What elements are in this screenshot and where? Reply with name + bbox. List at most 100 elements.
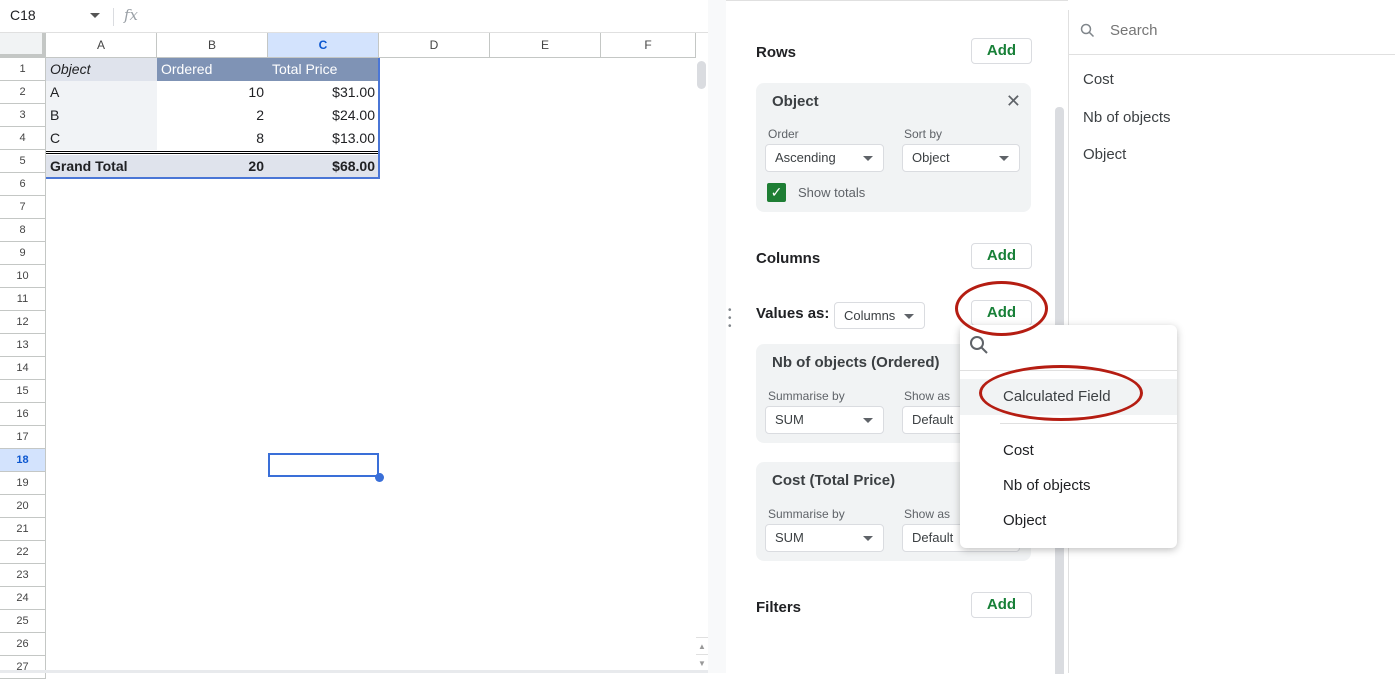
pivot-cell[interactable]: $13.00 <box>268 127 379 150</box>
grand-total-ordered[interactable]: 20 <box>157 155 268 178</box>
menu-item-cost[interactable]: Cost <box>1003 442 1034 459</box>
row-header-24[interactable]: 24 <box>0 587 46 610</box>
row-header-1[interactable]: 1 <box>0 58 46 81</box>
row-header-11[interactable]: 11 <box>0 288 46 311</box>
row-header-7[interactable]: 7 <box>0 196 46 219</box>
chevron-down-icon <box>863 536 873 541</box>
chevron-down-icon <box>863 156 873 161</box>
order-select[interactable]: Ascending <box>765 144 884 172</box>
menu-item-object[interactable]: Object <box>1003 512 1046 529</box>
show-totals-checkbox[interactable]: ✓ <box>767 183 786 202</box>
scroll-down-icon[interactable]: ▼ <box>696 654 708 671</box>
show-as-value: Default <box>912 530 954 545</box>
grand-total-label[interactable]: Grand Total <box>46 155 157 178</box>
sort-by-select[interactable]: Object <box>902 144 1020 172</box>
menu-item-nb-of-objects[interactable]: Nb of objects <box>1003 477 1091 494</box>
row-header-9[interactable]: 9 <box>0 242 46 265</box>
row-header-16[interactable]: 16 <box>0 403 46 426</box>
row-header-19[interactable]: 19 <box>0 472 46 495</box>
active-cell-c18[interactable] <box>268 453 379 477</box>
menu-item-calculated-field[interactable]: Calculated Field <box>960 379 1177 415</box>
columns-section-title: Columns <box>756 250 821 267</box>
filters-add-button[interactable]: Add <box>971 592 1032 618</box>
show-as-value: Default <box>912 412 954 427</box>
row-header-27[interactable]: 27 <box>0 656 46 679</box>
search-icon[interactable] <box>969 335 989 360</box>
pivot-cell[interactable]: 2 <box>157 104 268 127</box>
show-as-label: Show as <box>904 389 951 403</box>
pivot-cell[interactable]: $31.00 <box>268 81 379 104</box>
pivot-cell[interactable]: 8 <box>157 127 268 150</box>
summarise-by-label: Summarise by <box>768 507 845 521</box>
row-header-14[interactable]: 14 <box>0 357 46 380</box>
row-header-26[interactable]: 26 <box>0 633 46 656</box>
summarise-by-select[interactable]: SUM <box>765 406 884 434</box>
summarise-by-select[interactable]: SUM <box>765 524 884 552</box>
row-header-23[interactable]: 23 <box>0 564 46 587</box>
summarise-by-value: SUM <box>775 412 804 427</box>
pivot-cell[interactable]: $24.00 <box>268 104 379 127</box>
select-all-corner[interactable] <box>0 33 46 58</box>
name-box-dropdown-icon[interactable] <box>90 13 100 18</box>
row-header-10[interactable]: 10 <box>0 265 46 288</box>
columns-add-button[interactable]: Add <box>971 243 1032 269</box>
column-header-e[interactable]: E <box>490 33 601 58</box>
pivot-header-object[interactable]: Object <box>46 58 157 81</box>
summarise-by-value: SUM <box>775 530 804 545</box>
calculated-field-label: Calculated Field <box>1003 388 1111 405</box>
row-header-12[interactable]: 12 <box>0 311 46 334</box>
row-header-13[interactable]: 13 <box>0 334 46 357</box>
column-header-f[interactable]: F <box>601 33 696 58</box>
field-search-input[interactable] <box>1110 22 1370 39</box>
formula-separator <box>113 8 114 26</box>
row-header-21[interactable]: 21 <box>0 518 46 541</box>
row-header-4[interactable]: 4 <box>0 127 46 150</box>
row-header-22[interactable]: 22 <box>0 541 46 564</box>
scrollbar-thumb[interactable] <box>697 61 706 89</box>
column-header-c[interactable]: C <box>268 33 379 58</box>
row-header-17[interactable]: 17 <box>0 426 46 449</box>
grand-total-divider <box>46 151 379 154</box>
vertical-scrollbar[interactable] <box>696 58 708 673</box>
field-item-cost[interactable]: Cost <box>1083 71 1114 88</box>
row-header-2[interactable]: 2 <box>0 81 46 104</box>
rows-add-button[interactable]: Add <box>971 38 1032 64</box>
fill-handle[interactable] <box>375 473 384 482</box>
values-as-select[interactable]: Columns <box>834 302 925 329</box>
pivot-cell[interactable]: A <box>46 81 157 104</box>
chevron-down-icon <box>999 156 1009 161</box>
row-header-8[interactable]: 8 <box>0 219 46 242</box>
column-header-d[interactable]: D <box>379 33 490 58</box>
values-add-button[interactable]: Add <box>971 300 1032 326</box>
scroll-up-icon[interactable]: ▲ <box>696 637 708 654</box>
fx-icon: fx <box>124 6 139 24</box>
pivot-cell[interactable]: B <box>46 104 157 127</box>
row-header-3[interactable]: 3 <box>0 104 46 127</box>
card-title: Object <box>772 93 819 110</box>
row-header-15[interactable]: 15 <box>0 380 46 403</box>
close-icon[interactable]: ✕ <box>1006 91 1021 112</box>
field-item-object[interactable]: Object <box>1083 146 1126 163</box>
column-header-b[interactable]: B <box>157 33 268 58</box>
pivot-cell[interactable]: 10 <box>157 81 268 104</box>
pivot-header-ordered[interactable]: Ordered <box>157 58 268 81</box>
check-icon: ✓ <box>770 184 783 200</box>
card-title: Cost (Total Price) <box>772 472 896 489</box>
row-header-5[interactable]: 5 <box>0 150 46 173</box>
drag-handle-icon[interactable]: • • • <box>728 306 734 332</box>
column-header-a[interactable]: A <box>46 33 157 58</box>
field-item-nb-of-objects[interactable]: Nb of objects <box>1083 109 1171 126</box>
row-header-20[interactable]: 20 <box>0 495 46 518</box>
card-title: Nb of objects (Ordered) <box>772 354 940 371</box>
field-search-bar <box>1069 10 1395 55</box>
row-header-25[interactable]: 25 <box>0 610 46 633</box>
row-header-18[interactable]: 18 <box>0 449 46 472</box>
pivot-cell[interactable]: C <box>46 127 157 150</box>
grand-total-price[interactable]: $68.00 <box>268 155 379 178</box>
name-box[interactable]: C18 <box>10 7 36 23</box>
cell-grid[interactable]: Object Ordered Total Price A 10 $31.00 B… <box>46 58 696 673</box>
row-header-6[interactable]: 6 <box>0 173 46 196</box>
pivot-header-total-price[interactable]: Total Price <box>268 58 379 81</box>
rows-object-card: Object ✕ Order Ascending Sort by Object … <box>756 83 1031 212</box>
menu-divider <box>960 370 1177 371</box>
